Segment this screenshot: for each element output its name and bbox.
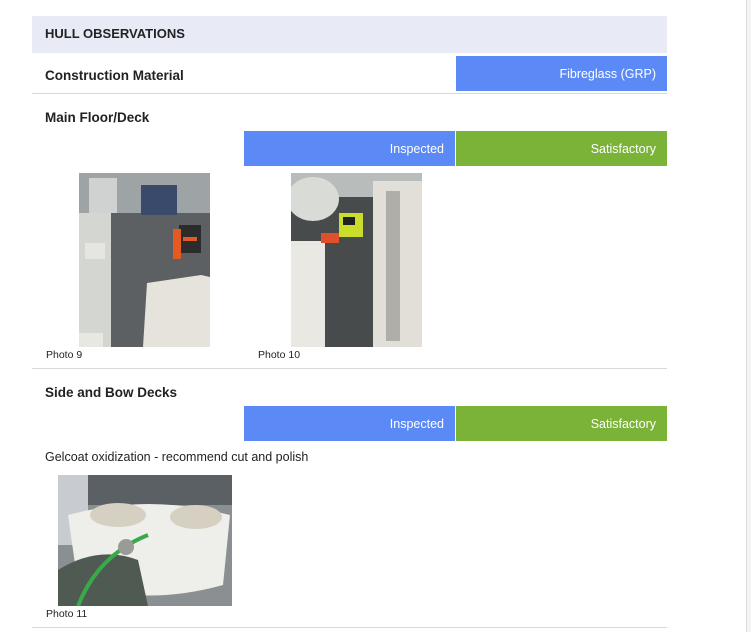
- side-bow-decks-label: Side and Bow Decks: [45, 385, 178, 400]
- boat-floor-photo[interactable]: [79, 173, 210, 347]
- divider: [32, 368, 667, 369]
- main-floor-status-badge: Inspected: [244, 131, 455, 166]
- section-title: HULL OBSERVATIONS: [45, 26, 185, 41]
- side-bow-status-badge: Inspected: [244, 406, 455, 441]
- boat-floor-photo[interactable]: [291, 173, 422, 347]
- photo-caption: Photo 11: [46, 608, 88, 620]
- divider: [32, 93, 667, 94]
- divider: [32, 627, 667, 628]
- main-floor-label: Main Floor/Deck: [45, 110, 150, 125]
- scrollbar[interactable]: [746, 0, 751, 632]
- side-bow-condition-badge: Satisfactory: [456, 406, 667, 441]
- section-header: HULL OBSERVATIONS: [32, 16, 667, 53]
- boat-bow-photo[interactable]: [58, 475, 232, 606]
- construction-material-label: Construction Material: [45, 68, 184, 83]
- construction-material-value: Fibreglass (GRP): [456, 56, 667, 91]
- observation-note: Gelcoat oxidization - recommend cut and …: [45, 450, 309, 464]
- photo-caption: Photo 9: [46, 349, 83, 361]
- main-floor-condition-badge: Satisfactory: [456, 131, 667, 166]
- photo-caption: Photo 10: [258, 349, 301, 361]
